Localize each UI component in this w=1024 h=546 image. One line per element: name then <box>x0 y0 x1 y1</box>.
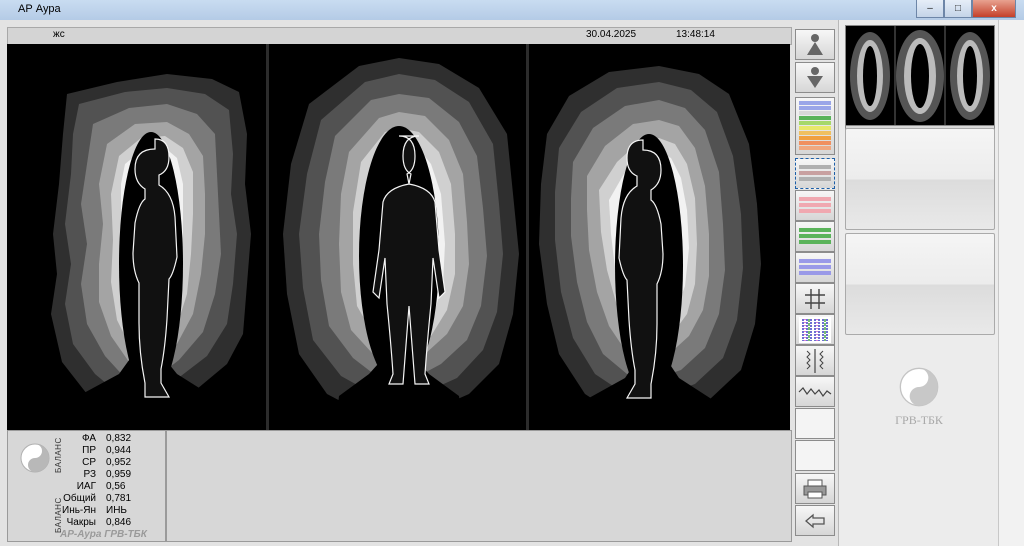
violet-stripes-icon <box>799 258 831 275</box>
metric-row: СР 0,952 <box>82 457 132 468</box>
thumbnail-image[interactable] <box>845 25 995 127</box>
metric-row: Общий 0,781 <box>63 493 132 504</box>
metric-row: ИАГ 0,56 <box>76 481 126 492</box>
empty-button[interactable] <box>795 408 835 439</box>
metric-row: ПР 0,944 <box>82 445 132 456</box>
right-panel: жс ГРВ-ТБК <box>838 20 999 546</box>
empty-slot[interactable] <box>845 233 995 335</box>
subject-code: жс <box>53 29 65 40</box>
color-stripes-icon <box>799 101 831 150</box>
person-up-icon <box>807 33 823 55</box>
metric-row: ФА 0,832 <box>81 433 132 444</box>
date-label: 30.04.2025 <box>586 29 637 40</box>
metrics-panel: БАЛАНС БАЛАНС ФА 0,832 ПР 0,944 СР 0,952 РЗ… <box>7 430 166 542</box>
minimize-button[interactable]: – <box>916 0 944 18</box>
print-button[interactable] <box>795 473 835 504</box>
thumbnail-aura <box>850 26 990 126</box>
grid-button[interactable] <box>795 283 835 314</box>
aura-panel-right[interactable] <box>529 44 790 430</box>
green-stripes-button[interactable] <box>795 221 835 252</box>
empty-slot[interactable] <box>845 128 995 230</box>
info-bar: жс 30.04.2025 13:48:14 <box>7 27 792 45</box>
gray-stripes-button[interactable] <box>795 158 835 189</box>
pink-stripes-icon <box>799 196 831 213</box>
gray-stripes-icon <box>799 164 831 181</box>
toolbar <box>792 27 838 542</box>
aura-image-right <box>539 66 761 430</box>
grid-icon <box>805 288 825 309</box>
chart-button[interactable] <box>795 314 835 345</box>
brand-label: ГРВ-ТБК <box>895 413 943 427</box>
window-controls: – □ x <box>916 0 1016 18</box>
wave-button[interactable] <box>795 376 835 407</box>
mirror-icon <box>806 348 824 373</box>
footer-brand: АР-Аура ГРВ-ТБК <box>60 529 147 540</box>
back-button[interactable] <box>795 505 835 536</box>
pink-stripes-button[interactable] <box>795 190 835 221</box>
maximize-button[interactable]: □ <box>944 0 972 18</box>
window-edge <box>998 20 1024 546</box>
printer-icon <box>803 479 827 498</box>
notes-area <box>166 430 792 542</box>
chart-icon <box>799 316 831 343</box>
aura-image-left <box>51 74 251 430</box>
person-down-icon <box>807 66 823 88</box>
person-up-button[interactable] <box>795 29 835 60</box>
yin-yang-logo-icon <box>899 367 939 407</box>
window-title: АР Аура <box>18 3 61 15</box>
title-bar: АР Аура – □ x <box>0 0 1024 21</box>
person-down-button[interactable] <box>795 62 835 93</box>
color-stripes-button[interactable] <box>795 97 835 155</box>
wave-icon <box>798 386 832 397</box>
back-arrow-icon <box>805 513 825 528</box>
aura-panel-front[interactable] <box>269 44 526 430</box>
empty-button[interactable] <box>795 440 835 471</box>
aura-image-front <box>283 58 519 430</box>
aura-panel-left[interactable] <box>7 44 266 430</box>
time-label: 13:48:14 <box>676 29 715 40</box>
violet-stripes-button[interactable] <box>795 252 835 283</box>
metric-row: Инь-Ян ИНЬ <box>62 505 127 516</box>
mirror-button[interactable] <box>795 345 835 376</box>
green-stripes-icon <box>799 227 831 244</box>
aura-canvas <box>7 44 790 430</box>
metric-row: РЗ 0,959 <box>83 469 132 480</box>
close-button[interactable]: x <box>972 0 1016 18</box>
metric-row: Чакры 0,846 <box>66 517 132 528</box>
